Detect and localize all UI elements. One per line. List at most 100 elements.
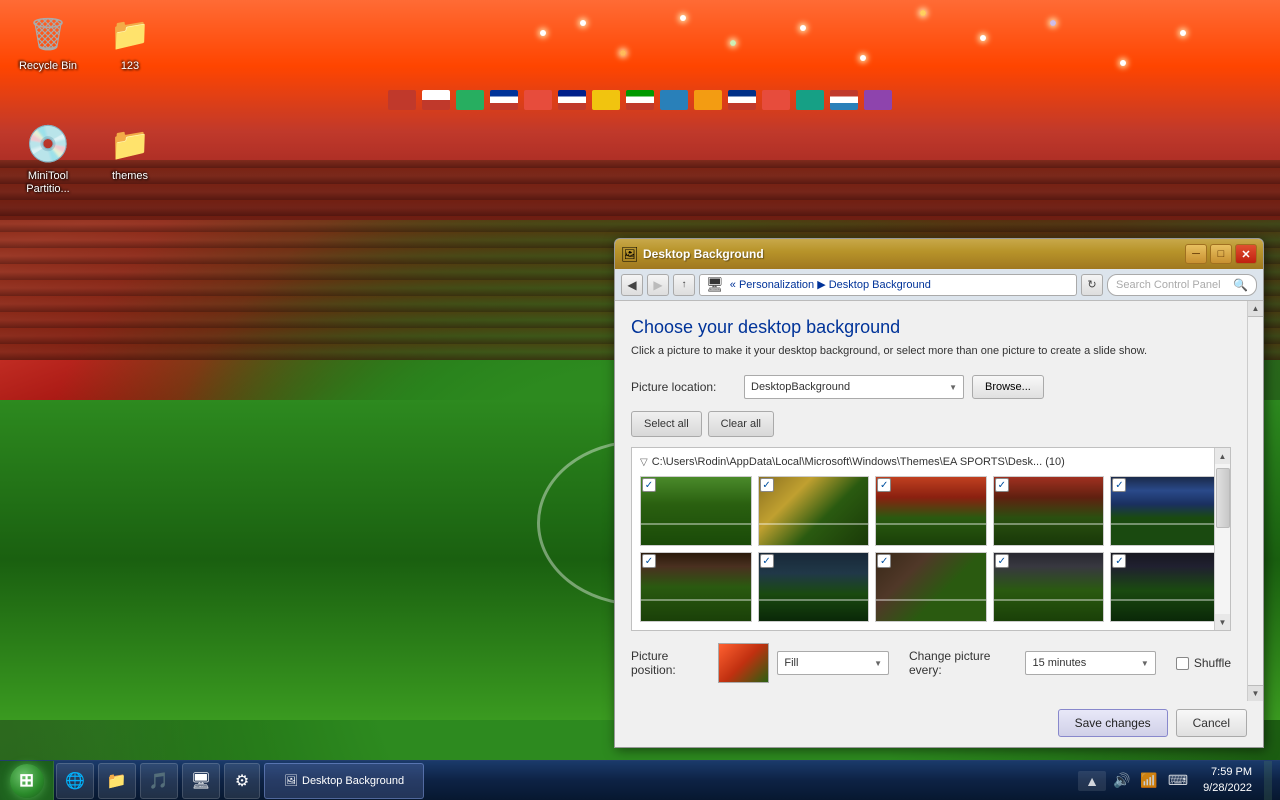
- thumb-checkbox-9[interactable]: ✓: [995, 554, 1009, 568]
- select-clear-row: Select all Clear all: [631, 411, 1231, 437]
- tray-speaker-icon[interactable]: 🔊: [1110, 772, 1133, 789]
- wallpaper-folder-path: ▽ C:\Users\Rodin\AppData\Local\Microsoft…: [640, 456, 1222, 468]
- wallpaper-thumb-7[interactable]: ✓: [758, 552, 870, 622]
- wallpaper-thumb-2[interactable]: ✓: [758, 476, 870, 546]
- taskbar-ie-button[interactable]: 🌐: [56, 763, 94, 799]
- desktop: 🗑 Recycle Bin 📁 123 💿 MiniTool Partitio.…: [0, 0, 1280, 800]
- thumb-checkbox-8[interactable]: ✓: [877, 554, 891, 568]
- taskbar-cp-window-button[interactable]: 🖼 Desktop Background: [264, 763, 424, 799]
- close-button[interactable]: ✕: [1235, 244, 1257, 264]
- flag: [524, 90, 552, 110]
- wallpaper-grid: ✓ ✓: [640, 476, 1222, 622]
- thumb-image-8: [875, 552, 987, 622]
- flag: [830, 90, 858, 110]
- thumb-checkbox-6[interactable]: ✓: [642, 554, 656, 568]
- browse-button[interactable]: Browse...: [972, 375, 1044, 399]
- cancel-button[interactable]: Cancel: [1176, 709, 1247, 737]
- thumb-checkbox-7[interactable]: ✓: [760, 554, 774, 568]
- save-changes-button[interactable]: Save changes: [1058, 709, 1168, 737]
- tray-keyboard-icon[interactable]: ⌨: [1165, 772, 1191, 789]
- main-scroll-area[interactable]: Choose your desktop background Click a p…: [615, 301, 1247, 701]
- minitool-label: MiniTool Partitio...: [8, 170, 88, 196]
- thumb-checkbox-4[interactable]: ✓: [995, 478, 1009, 492]
- firework: [620, 50, 626, 56]
- clock-date: 9/28/2022: [1203, 781, 1252, 796]
- thumb-image-5: [1110, 476, 1222, 546]
- window-scroll-down[interactable]: ▼: [1248, 685, 1264, 701]
- folder-123-label: 123: [121, 60, 139, 73]
- maximize-button[interactable]: □: [1210, 244, 1232, 264]
- desktop-icon-themes[interactable]: 📁 themes: [90, 120, 170, 183]
- thumb-image-6: [640, 552, 752, 622]
- firework: [1120, 60, 1126, 66]
- taskbar-cp-label: Desktop Background: [302, 775, 404, 787]
- tray-show-button[interactable]: ▲: [1078, 771, 1106, 791]
- up-button[interactable]: ↑: [673, 274, 695, 296]
- wallpaper-thumb-9[interactable]: ✓: [993, 552, 1105, 622]
- window-scrollbar[interactable]: ▲ ▼: [1247, 301, 1263, 701]
- thumb-image-9: [993, 552, 1105, 622]
- thumb-image-7: [758, 552, 870, 622]
- wallpaper-thumb-1[interactable]: ✓: [640, 476, 752, 546]
- taskbar-monitor-button[interactable]: 🖥: [182, 763, 220, 799]
- shuffle-checkbox-label[interactable]: Shuffle: [1176, 656, 1231, 670]
- tray-network-icon[interactable]: 📶: [1137, 772, 1160, 789]
- wallpaper-thumb-6[interactable]: ✓: [640, 552, 752, 622]
- scroll-thumb[interactable]: [1216, 468, 1230, 528]
- taskbar-settings-button[interactable]: ⚙: [224, 763, 260, 799]
- window-content: Choose your desktop background Click a p…: [615, 301, 1263, 701]
- picture-location-dropdown[interactable]: DesktopBackground: [744, 375, 964, 399]
- desktop-icon-123[interactable]: 📁 123: [90, 10, 170, 73]
- window-icon: 🖼: [621, 246, 637, 262]
- picture-position-dropdown[interactable]: Fill: [777, 651, 889, 675]
- wallpaper-thumb-3[interactable]: ✓: [875, 476, 987, 546]
- flag: [592, 90, 620, 110]
- search-box[interactable]: Search Control Panel 🔍: [1107, 274, 1257, 296]
- firework: [680, 15, 686, 21]
- forward-button[interactable]: ▶: [647, 274, 669, 296]
- search-placeholder: Search Control Panel: [1116, 279, 1221, 291]
- thumb-checkbox-10[interactable]: ✓: [1112, 554, 1126, 568]
- firework: [860, 55, 866, 61]
- thumb-checkbox-5[interactable]: ✓: [1112, 478, 1126, 492]
- show-desktop-button[interactable]: [1264, 761, 1272, 800]
- change-every-dropdown[interactable]: 15 minutes: [1025, 651, 1155, 675]
- change-every-value: 15 minutes: [1032, 657, 1086, 669]
- select-all-button[interactable]: Select all: [631, 411, 702, 437]
- taskbar-media-button[interactable]: 🎵: [140, 763, 178, 799]
- minitool-icon: 💿: [24, 120, 72, 168]
- start-button[interactable]: ⊞: [0, 761, 54, 800]
- thumb-checkbox-3[interactable]: ✓: [877, 478, 891, 492]
- desktop-icon-recycle-bin[interactable]: 🗑 Recycle Bin: [8, 10, 88, 73]
- clear-all-button[interactable]: Clear all: [708, 411, 774, 437]
- recycle-bin-label: Recycle Bin: [19, 60, 77, 73]
- thumb-checkbox-2[interactable]: ✓: [760, 478, 774, 492]
- wallpaper-thumb-10[interactable]: ✓: [1110, 552, 1222, 622]
- firework: [730, 40, 736, 46]
- refresh-button[interactable]: ↻: [1081, 274, 1103, 296]
- scroll-up-arrow[interactable]: ▲: [1215, 448, 1231, 464]
- firework: [1050, 20, 1056, 26]
- flag: [456, 90, 484, 110]
- taskbar-right: ▲ 🔊 📶 ⌨ 7:59 PM 9/28/2022: [1078, 761, 1280, 800]
- window-scroll-up[interactable]: ▲: [1248, 301, 1264, 317]
- wallpaper-scrollbar[interactable]: ▲ ▼: [1214, 448, 1230, 630]
- wallpaper-thumb-5[interactable]: ✓: [1110, 476, 1222, 546]
- wallpaper-thumb-8[interactable]: ✓: [875, 552, 987, 622]
- clock[interactable]: 7:59 PM 9/28/2022: [1195, 765, 1260, 796]
- thumb-checkbox-1[interactable]: ✓: [642, 478, 656, 492]
- start-orb: ⊞: [10, 764, 44, 798]
- wallpaper-inner: ▽ C:\Users\Rodin\AppData\Local\Microsoft…: [632, 448, 1230, 630]
- back-button[interactable]: ◀: [621, 274, 643, 296]
- minimize-button[interactable]: ─: [1185, 244, 1207, 264]
- scroll-down-arrow[interactable]: ▼: [1215, 614, 1231, 630]
- thumb-image-10: [1110, 552, 1222, 622]
- folder-path-text: C:\Users\Rodin\AppData\Local\Microsoft\W…: [652, 456, 1065, 468]
- wallpaper-thumb-4[interactable]: ✓: [993, 476, 1105, 546]
- thumb-image-4: [993, 476, 1105, 546]
- picture-position-value: Fill: [784, 657, 798, 669]
- taskbar-explorer-button[interactable]: 📁: [98, 763, 136, 799]
- recycle-bin-icon: 🗑: [24, 10, 72, 58]
- desktop-icon-minitool[interactable]: 💿 MiniTool Partitio...: [8, 120, 88, 196]
- shuffle-checkbox[interactable]: [1176, 657, 1189, 670]
